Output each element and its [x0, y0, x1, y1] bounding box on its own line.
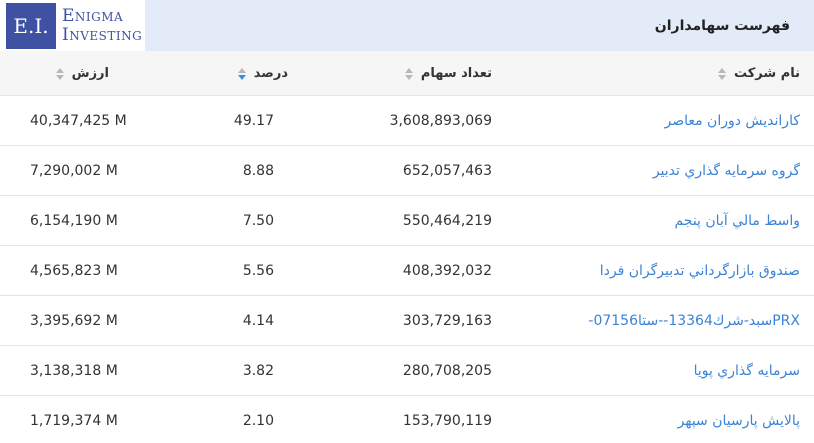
- sort-icon: [717, 67, 726, 80]
- share-count: 550,464,219: [402, 213, 492, 229]
- table-row: کارانديش دوران معاصر 3,608,893,069 49.17…: [0, 96, 814, 146]
- shareholders-table-body: کارانديش دوران معاصر 3,608,893,069 49.17…: [0, 96, 814, 443]
- table-row: واسط مالي آبان پنجم 550,464,219 7.50 6,1…: [0, 196, 814, 246]
- share-count: 408,392,032: [402, 263, 492, 279]
- header-percent-label: درصد: [253, 66, 288, 81]
- table-row: پالايش پارسيان سپهر 153,790,119 2.10 1,7…: [0, 396, 814, 443]
- share-count: 3,608,893,069: [389, 113, 492, 129]
- share-count: 652,057,463: [402, 163, 492, 179]
- table-title-bar: فهرست سهامداران: [145, 0, 814, 51]
- header-value[interactable]: ارزش: [55, 51, 109, 96]
- share-value: 7,290,002 M: [30, 163, 118, 179]
- table-row: سرمايه گذاري پويا 280,708,205 3.82 3,138…: [0, 346, 814, 396]
- share-count: 280,708,205: [402, 363, 492, 379]
- sort-desc-active-icon: [237, 67, 246, 80]
- logo-line-1: Enigma: [62, 6, 124, 26]
- share-percent: 5.56: [242, 263, 274, 279]
- table-row: PRXسبد-شرك13364--ستا07156- 303,729,163 4…: [0, 296, 814, 346]
- share-value: 1,719,374 M: [30, 413, 118, 429]
- company-name-link[interactable]: کارانديش دوران معاصر: [664, 96, 800, 146]
- share-value: 40,347,425 M: [30, 113, 127, 129]
- share-count: 303,729,163: [402, 313, 492, 329]
- company-name-link[interactable]: پالايش پارسيان سپهر: [678, 396, 800, 443]
- share-count: 153,790,119: [402, 413, 492, 429]
- share-value: 6,154,190 M: [30, 213, 118, 229]
- company-name-link[interactable]: واسط مالي آبان پنجم: [674, 196, 800, 246]
- share-value: 3,138,318 M: [30, 363, 118, 379]
- table-title: فهرست سهامداران: [654, 17, 790, 34]
- company-name-link[interactable]: PRXسبد-شرك13364--ستا07156-: [588, 296, 800, 346]
- sort-icon: [55, 67, 64, 80]
- share-percent: 2.10: [242, 413, 274, 429]
- company-name-link[interactable]: گروه سرمايه گذاري تدبير: [653, 146, 800, 196]
- share-value: 3,395,692 M: [30, 313, 118, 329]
- sort-icon: [404, 67, 413, 80]
- table-row: گروه سرمايه گذاري تدبير 652,057,463 8.88…: [0, 146, 814, 196]
- logo-line-2: Investing: [62, 25, 143, 45]
- enigma-investing-logo: E.I. Enigma Investing: [0, 0, 145, 52]
- share-percent: 3.82: [242, 363, 274, 379]
- share-percent: 8.88: [242, 163, 274, 179]
- company-name-link[interactable]: سرمايه گذاري پويا: [694, 346, 800, 396]
- logo-wordmark: Enigma Investing: [62, 7, 142, 45]
- header-share-count-label: تعداد سهام: [420, 66, 492, 81]
- table-row: صندوق بازارگرداني تدبيرگران فردا 408,392…: [0, 246, 814, 296]
- company-name-link[interactable]: صندوق بازارگرداني تدبيرگران فردا: [600, 246, 800, 296]
- header-company-name-label: نام شرکت: [733, 66, 800, 81]
- header-share-count[interactable]: تعداد سهام: [404, 51, 492, 96]
- logo-initials: E.I.: [6, 3, 56, 49]
- header-company-name[interactable]: نام شرکت: [717, 51, 800, 96]
- share-percent: 4.14: [242, 313, 274, 329]
- share-percent: 7.50: [242, 213, 274, 229]
- share-percent: 49.17: [233, 113, 274, 129]
- header-value-label: ارزش: [71, 66, 109, 81]
- table-header: نام شرکت تعداد سهام درصد ارزش: [0, 51, 814, 96]
- share-value: 4,565,823 M: [30, 263, 118, 279]
- header-percent[interactable]: درصد: [237, 51, 288, 96]
